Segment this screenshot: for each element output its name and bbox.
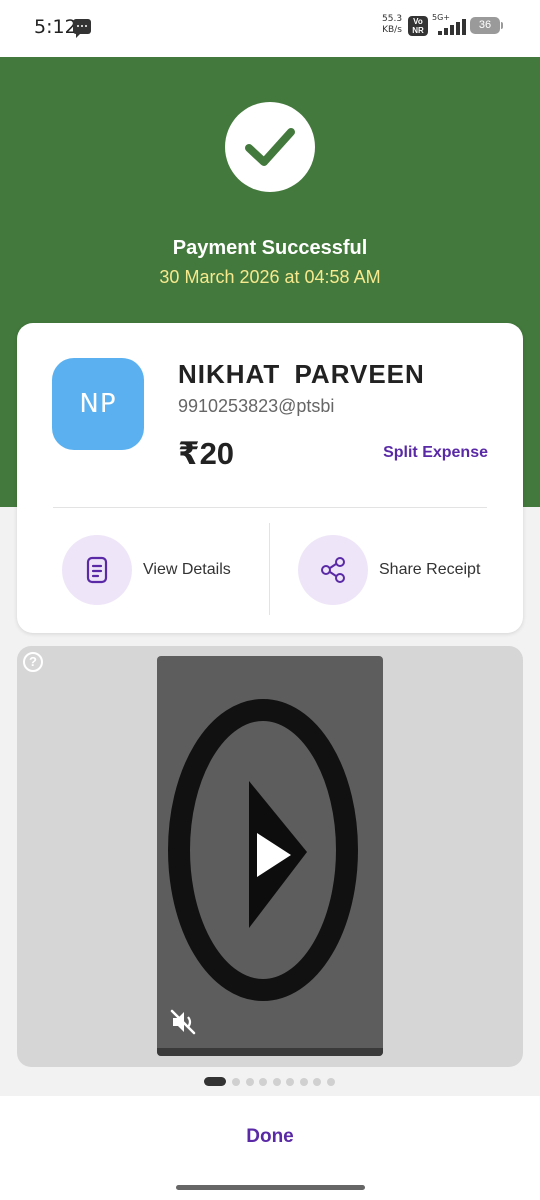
- network-speed-unit: KB/s: [382, 25, 402, 35]
- pager-dot[interactable]: [232, 1078, 240, 1086]
- play-icon[interactable]: [157, 656, 383, 1056]
- share-icon: [321, 557, 345, 583]
- pager-dot[interactable]: [245, 1078, 254, 1086]
- share-receipt-label: Share Receipt: [379, 561, 481, 578]
- share-receipt-button[interactable]: Share Receipt: [298, 535, 513, 605]
- share-receipt-icon-circle: [298, 535, 368, 605]
- media-banner[interactable]: ?: [17, 646, 523, 1067]
- status-time: 5:12: [34, 16, 77, 38]
- pager-dot[interactable]: [326, 1078, 335, 1086]
- done-button[interactable]: Done: [170, 1114, 370, 1160]
- pager-dot[interactable]: [259, 1078, 267, 1086]
- pager-dot-active[interactable]: [204, 1077, 226, 1086]
- success-badge: [225, 102, 315, 192]
- payment-datetime: 30 March 2026 at 04:58 AM: [159, 267, 381, 287]
- divider: [269, 523, 270, 615]
- payment-status-title: Payment Successful: [172, 237, 368, 259]
- battery-icon: 36: [470, 17, 503, 34]
- vonr-line1: Vo: [413, 17, 423, 26]
- payment-card: NP NIKHAT PARVEEN 9910253823@ptsbi ₹20 S…: [17, 323, 523, 633]
- vonr-icon: Vo NR: [408, 16, 428, 36]
- message-icon: [73, 19, 91, 38]
- payee-upi-id: 9910253823@ptsbi: [178, 396, 335, 416]
- signal-icon: 5G+: [432, 13, 466, 37]
- pager-dot[interactable]: [299, 1078, 308, 1086]
- pager-dot[interactable]: [272, 1078, 281, 1086]
- view-details-label: View Details: [143, 561, 231, 578]
- network-speed: 55.3 KB/s: [382, 14, 402, 36]
- status-bar: 5:12 55.3 KB/s Vo NR 5G+ 36: [0, 0, 540, 57]
- payee-name: NIKHAT PARVEEN: [178, 359, 425, 389]
- check-icon: [245, 128, 295, 166]
- network-speed-value: 55.3: [382, 14, 403, 24]
- divider: [53, 507, 487, 508]
- payment-amount: ₹20: [178, 436, 235, 471]
- home-indicator[interactable]: [176, 1185, 365, 1190]
- video-progress-bar: [157, 1048, 383, 1056]
- mute-icon[interactable]: [169, 1008, 197, 1036]
- vonr-line2: NR: [412, 26, 424, 35]
- split-expense-button[interactable]: Split Expense: [383, 444, 488, 462]
- view-details-button[interactable]: View Details: [62, 535, 262, 605]
- signal-bars: [438, 19, 466, 35]
- view-details-icon-circle: [62, 535, 132, 605]
- help-icon[interactable]: ?: [23, 652, 43, 672]
- avatar: NP: [52, 358, 144, 450]
- bottom-bar: Done: [0, 1096, 540, 1200]
- document-icon: [86, 556, 108, 584]
- pager-dot[interactable]: [313, 1078, 321, 1086]
- pager-dot[interactable]: [286, 1078, 294, 1086]
- video-player[interactable]: [157, 656, 383, 1056]
